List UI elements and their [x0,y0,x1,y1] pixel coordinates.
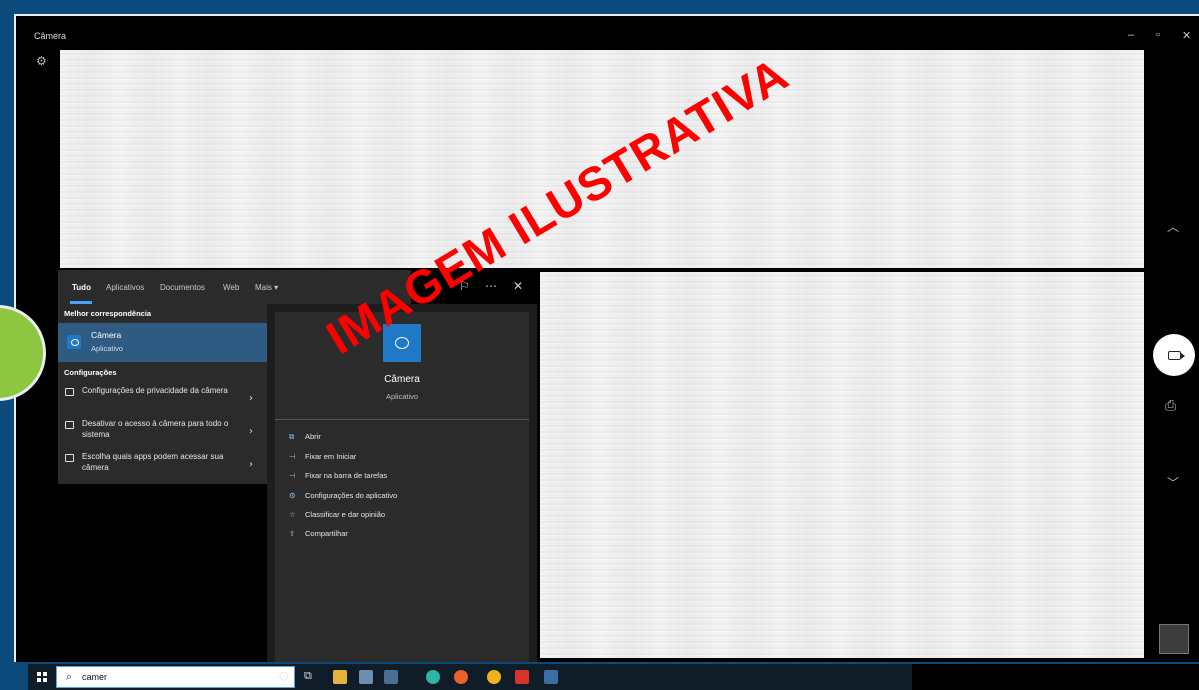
result-detail-pane: Câmera Aplicativo ⧉ Abrir ⊣ Fixar em Inici… [275,312,529,662]
task-view-icon[interactable]: ⧉ [304,669,312,683]
detail-app-type: Aplicativo [385,392,419,401]
close-icon[interactable]: ✕ [1182,29,1191,42]
settings-item-choose-apps[interactable]: Escolha quais apps podem acessar sua câm… [58,448,267,481]
camera-app-icon [67,335,81,349]
camera-preview-bottom [540,272,1144,658]
settings-item-label: Desativar o acesso à câmera para todo o … [82,419,229,439]
app-icon[interactable] [359,670,373,684]
results-list: Melhor correspondência Câmera Aplicativo… [58,304,267,484]
settings-item-label: Configurações de privacidade da câmera [82,386,228,395]
chevron-right-icon: › [249,393,253,404]
minimize-icon[interactable]: – [1128,29,1134,41]
video-record-button[interactable] [1153,334,1195,376]
open-icon: ⧉ [289,432,295,441]
photo-camera-icon[interactable]: ⎙ [1165,398,1176,414]
action-app-settings[interactable]: ⚙ Configurações do aplicativo [289,491,397,500]
action-pin-taskbar[interactable]: ⊣ Fixar na barra de tarefas [289,471,387,480]
app-red-icon[interactable] [515,670,529,684]
settings-header: Configurações [64,368,117,377]
search-icon: ⌕ [66,670,73,683]
tab-all[interactable]: Tudo [72,283,91,292]
close-panel-icon[interactable]: ✕ [513,279,523,293]
video-camera-icon [1167,350,1185,360]
tab-web[interactable]: Web [223,283,239,292]
settings-item-disable-access[interactable]: Desativar o acesso à câmera para todo o … [58,415,267,448]
window-title: Câmera [34,31,67,41]
share-icon: ⇪ [289,529,296,538]
tab-apps[interactable]: Aplicativos [106,283,144,292]
taskbar-search-input[interactable]: camer [82,672,107,682]
chevron-down-icon[interactable]: ﹀ [1167,474,1179,491]
pin-icon: ⊣ [289,471,296,480]
file-explorer-icon[interactable] [333,670,347,684]
action-share[interactable]: ⇪ Compartilhar [289,529,348,538]
detail-divider [275,419,529,420]
settings-item-label: Escolha quais apps podem acessar sua câm… [82,452,224,472]
camera-taskbar-icon[interactable] [544,670,558,684]
best-match-item[interactable]: Câmera Aplicativo [58,323,267,362]
chevron-right-icon: › [249,459,253,470]
chevron-right-icon: › [249,426,253,437]
more-options-icon[interactable]: ⋯ [485,279,497,293]
action-pin-start[interactable]: ⊣ Fixar em Iniciar [289,452,356,461]
taskbar: ⌕ camer ○ ⧉ [28,664,912,690]
edge-icon[interactable] [426,670,440,684]
cortana-icon[interactable]: ○ [279,669,289,682]
detail-app-name: Câmera [384,374,420,385]
settings-camera-icon [65,454,74,462]
start-search-panel: Tudo Aplicativos Documentos Web Mais ▾ ⚐… [58,270,537,662]
calculator-icon[interactable] [384,670,398,684]
restore-icon[interactable]: ▫ [1156,29,1160,41]
best-match-header: Melhor correspondência [64,309,152,318]
firefox-icon[interactable] [454,670,468,684]
settings-camera-icon [65,421,74,429]
title-bar: Câmera – ▫ ✕ [18,28,1199,46]
gear-icon: ⚙ [289,491,296,500]
best-match-type: Aplicativo [91,344,124,353]
pin-icon: ⊣ [289,452,296,461]
chrome-icon[interactable] [487,670,501,684]
settings-gear-icon[interactable]: ⚙ [36,54,47,68]
star-icon: ☆ [289,510,296,519]
taskbar-tray [912,664,1199,690]
windows-start-icon[interactable] [37,672,47,682]
settings-item-privacy[interactable]: Configurações de privacidade da câmera › [58,382,267,415]
tab-more[interactable]: Mais ▾ [255,283,278,292]
action-open[interactable]: ⧉ Abrir [289,432,321,442]
tab-documents[interactable]: Documentos [160,283,205,292]
action-rate-review[interactable]: ☆ Classificar e dar opinião [289,510,385,519]
gallery-thumbnail[interactable] [1159,624,1189,654]
taskbar-search-box[interactable]: ⌕ camer [56,666,295,688]
best-match-name: Câmera [91,330,122,340]
results-empty-area [58,484,267,662]
settings-camera-icon [65,388,74,396]
chevron-up-icon[interactable]: ︿ [1167,218,1179,235]
